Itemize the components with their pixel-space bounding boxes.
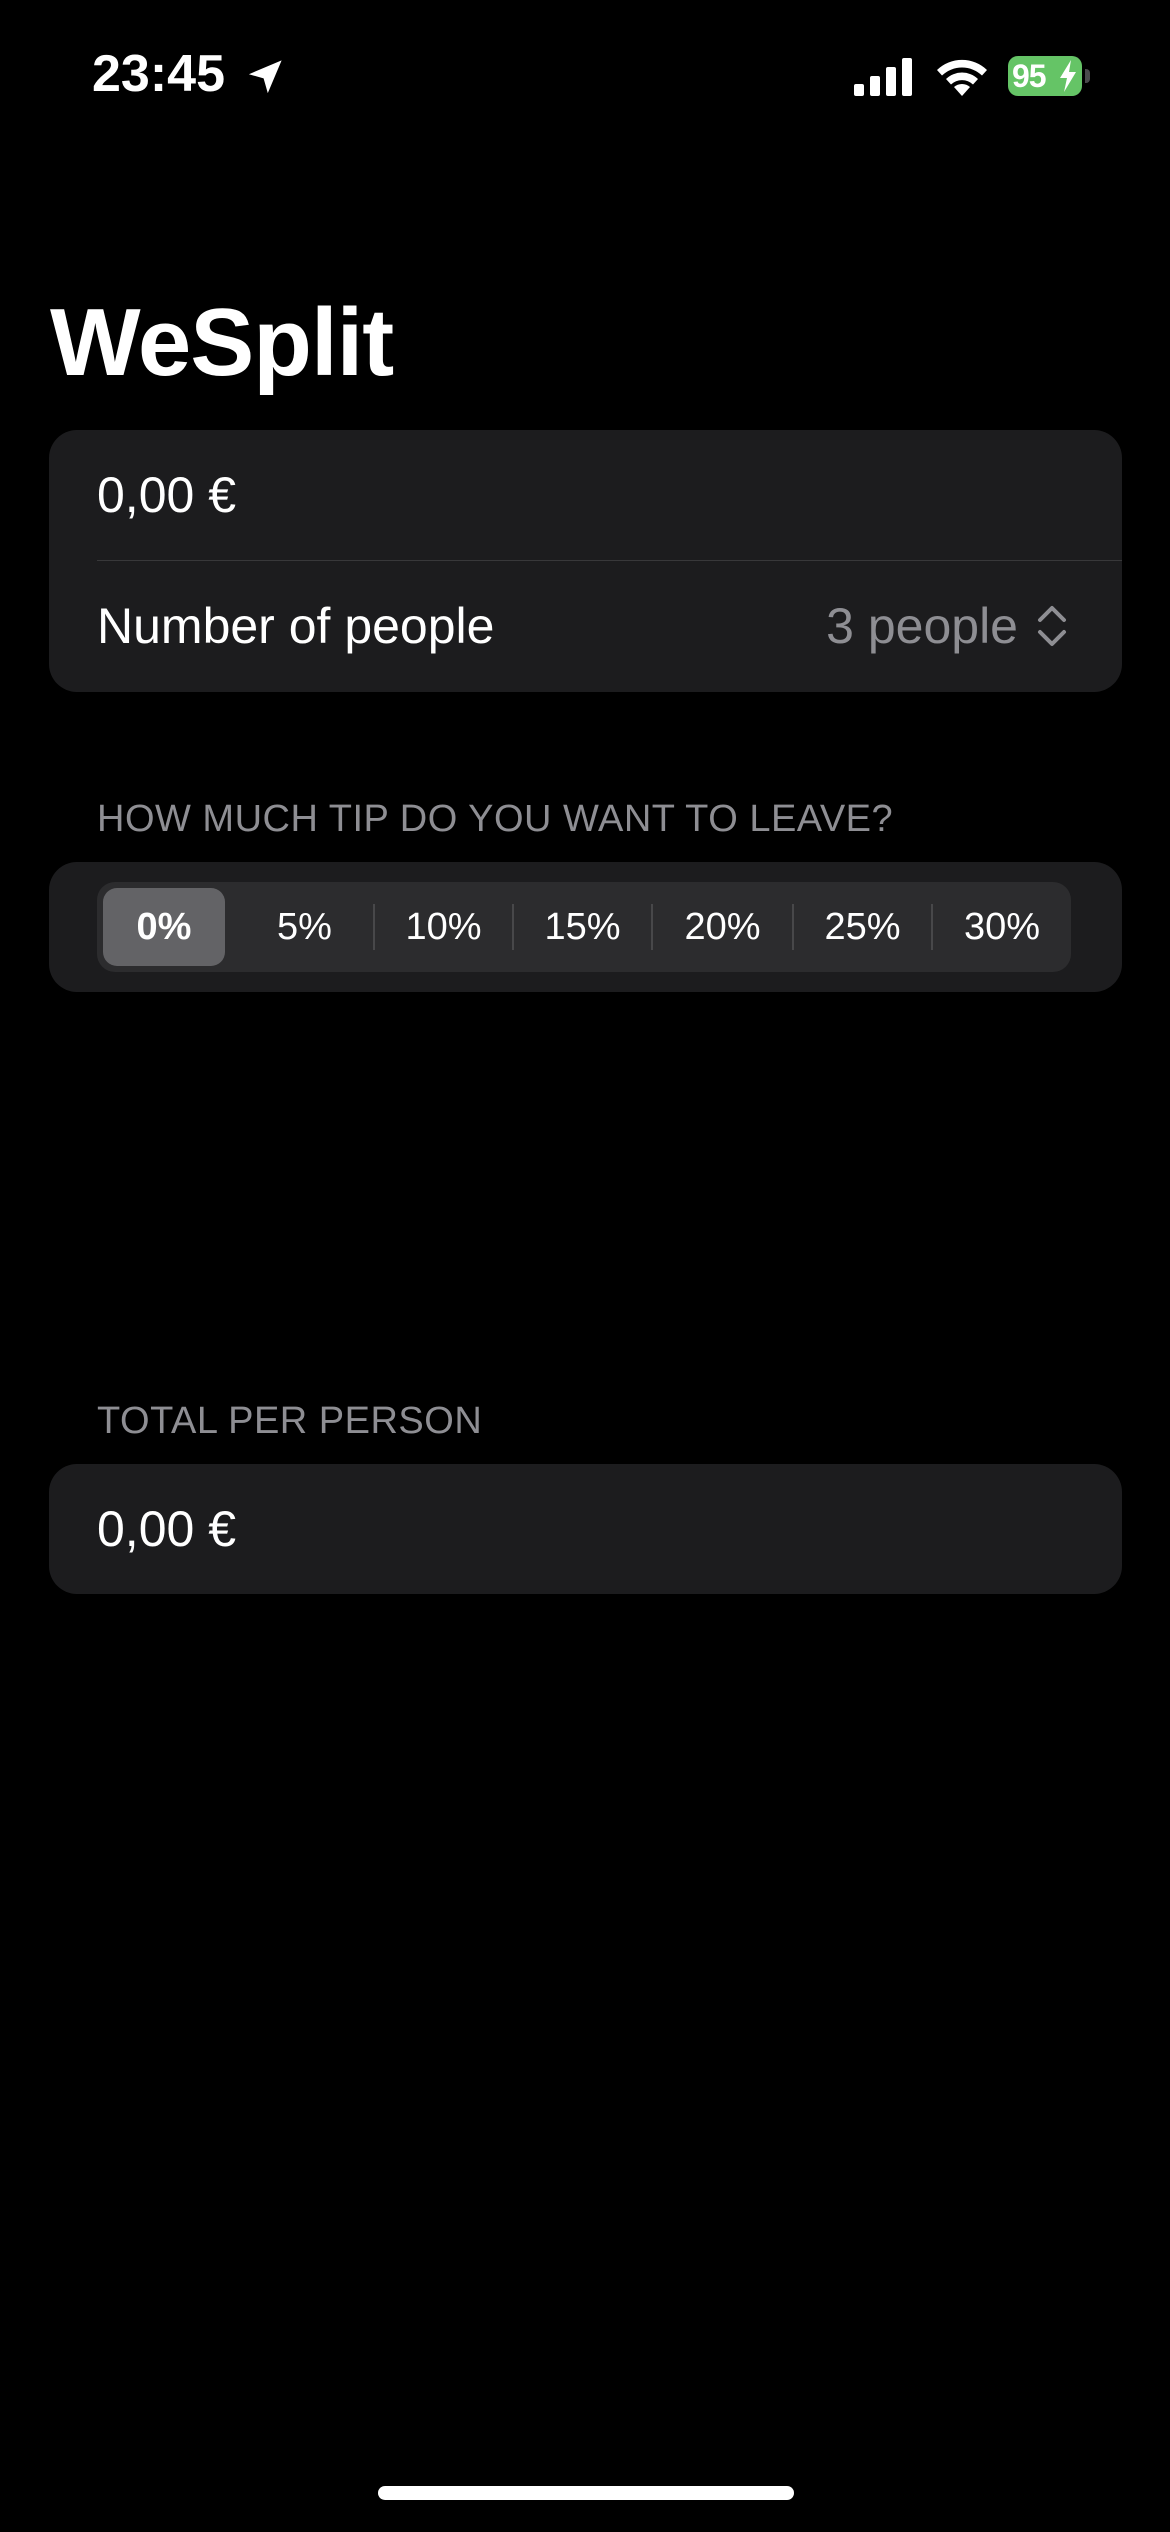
home-indicator[interactable] bbox=[378, 2486, 794, 2500]
total-card: 0,00 € bbox=[49, 1464, 1122, 1594]
number-of-people-value[interactable]: 3 people bbox=[826, 561, 1018, 691]
check-amount-field[interactable]: 0,00 € bbox=[97, 430, 236, 560]
tip-segment-30[interactable]: 30% bbox=[933, 882, 1071, 972]
tip-card: 0% 5% 10% 15% 20% 25% 30% bbox=[49, 862, 1122, 992]
tip-segment-10[interactable]: 10% bbox=[375, 882, 512, 972]
number-of-people-label: Number of people bbox=[97, 598, 495, 654]
input-card: 0,00 € Number of people 3 people bbox=[49, 430, 1122, 692]
total-per-person-value: 0,00 € bbox=[97, 1501, 237, 1557]
chevron-up-down-icon bbox=[1038, 606, 1066, 646]
tip-segment-20[interactable]: 20% bbox=[653, 882, 792, 972]
page-title: WeSplit bbox=[50, 289, 394, 396]
battery-cap bbox=[1085, 69, 1090, 83]
tip-section-header: HOW MUCH TIP DO YOU WANT TO LEAVE? bbox=[97, 798, 894, 840]
tip-segment-25[interactable]: 25% bbox=[794, 882, 931, 972]
cellular-signal-icon bbox=[854, 58, 912, 96]
status-bar: 23:45 95 bbox=[0, 0, 1170, 150]
tip-percentage-segmented-control[interactable]: 0% 5% 10% 15% 20% 25% 30% bbox=[97, 882, 1071, 972]
battery-charging-icon: 95 bbox=[1008, 56, 1090, 96]
charging-bolt-icon bbox=[1060, 60, 1076, 92]
location-arrow-icon bbox=[248, 60, 282, 94]
tip-segment-5[interactable]: 5% bbox=[236, 882, 373, 972]
amount-row[interactable]: 0,00 € bbox=[49, 430, 1122, 560]
status-time: 23:45 bbox=[92, 45, 225, 103]
tip-segment-0[interactable]: 0% bbox=[103, 888, 225, 966]
tip-segment-15[interactable]: 15% bbox=[514, 882, 651, 972]
battery-level: 95 bbox=[1012, 58, 1047, 94]
number-of-people-picker[interactable]: Number of people 3 people bbox=[49, 561, 1122, 691]
wifi-icon bbox=[937, 59, 987, 96]
total-section-header: TOTAL PER PERSON bbox=[97, 1400, 483, 1442]
